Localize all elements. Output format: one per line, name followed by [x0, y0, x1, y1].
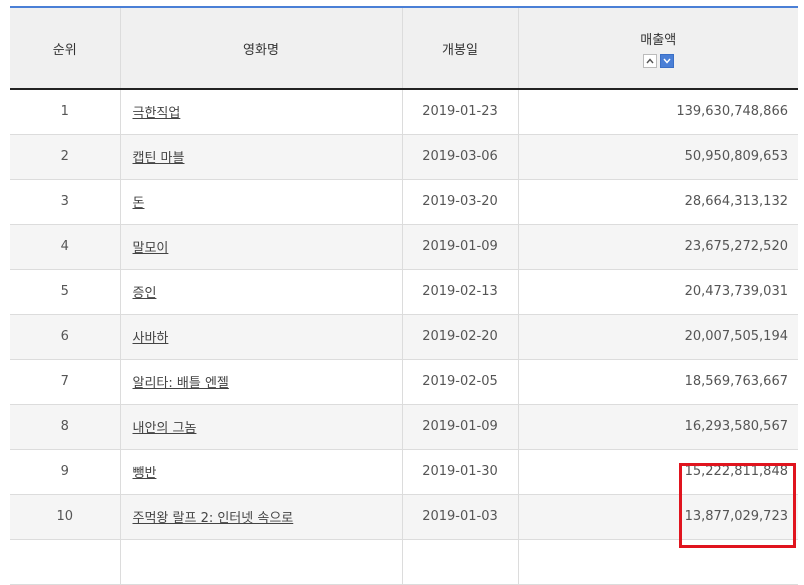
sales-cell: 20,473,739,031	[517, 269, 798, 315]
release-date-cell: 2019-03-20	[401, 179, 518, 225]
table-row: 3 돈 2019-03-20 28,664,313,132	[10, 179, 798, 225]
table-row	[10, 539, 798, 585]
rank-cell: 5	[10, 269, 120, 315]
table-body: 1 극한직업 2019-01-23 139,630,748,866 2 캡틴 마블 2019…	[10, 89, 798, 585]
table-row: 2 캡틴 마블 2019-03-06 50,950,809,653	[10, 134, 798, 180]
rank-cell: 1	[10, 89, 120, 135]
movie-title-link[interactable]: 돈	[133, 196, 145, 211]
sort-controls	[519, 53, 799, 68]
table-row: 9 뺑반 2019-01-30 15,222,811,848	[10, 449, 798, 495]
title-cell: 주먹왕 랄프 2: 인터넷 속으로	[119, 494, 402, 540]
box-office-table-container: 순위 영화명 개봉일 매출액 1 극한직업 2019-01-23 139,630…	[10, 6, 798, 585]
chevron-down-icon	[663, 58, 671, 64]
sales-cell: 15,222,811,848	[517, 449, 798, 495]
table-row: 6 사바하 2019-02-20 20,007,505,194	[10, 314, 798, 360]
header-row: 순위 영화명 개봉일 매출액	[10, 6, 799, 90]
sales-cell: 28,664,313,132	[517, 179, 798, 225]
release-date-cell: 2019-03-06	[401, 134, 518, 180]
rank-cell: 6	[10, 314, 120, 360]
sales-cell: 18,569,763,667	[517, 359, 798, 405]
sales-cell: 50,950,809,653	[517, 134, 798, 180]
title-cell: 캡틴 마블	[119, 134, 402, 180]
rank-cell: 8	[10, 404, 120, 450]
rank-cell: 2	[10, 134, 120, 180]
table-row: 1 극한직업 2019-01-23 139,630,748,866	[10, 89, 798, 135]
sales-cell: 13,877,029,723	[517, 494, 798, 540]
movie-title-link[interactable]: 캡틴 마블	[133, 151, 185, 166]
release-date-cell: 2019-01-09	[401, 224, 518, 270]
title-cell: 사바하	[119, 314, 402, 360]
header-title: 영화명	[119, 6, 402, 90]
movie-title-link[interactable]: 말모이	[133, 241, 169, 256]
title-cell: 돈	[119, 179, 402, 225]
title-cell: 말모이	[119, 224, 402, 270]
rank-cell: 7	[10, 359, 120, 405]
table-row: 7 알리타: 배틀 엔젤 2019-02-05 18,569,763,667	[10, 359, 798, 405]
title-cell: 뺑반	[119, 449, 402, 495]
release-date-cell	[401, 539, 518, 585]
movie-title-link[interactable]: 주먹왕 랄프 2: 인터넷 속으로	[133, 511, 294, 526]
sales-cell: 139,630,748,866	[517, 89, 798, 135]
release-date-cell: 2019-01-23	[401, 89, 518, 135]
header-release-date: 개봉일	[401, 6, 518, 90]
header-sales: 매출액	[517, 6, 799, 90]
title-cell	[119, 539, 402, 585]
table-row: 8 내안의 그놈 2019-01-09 16,293,580,567	[10, 404, 798, 450]
sales-cell: 16,293,580,567	[517, 404, 798, 450]
movie-title-link[interactable]: 극한직업	[133, 106, 181, 121]
movie-title-link[interactable]: 알리타: 배틀 엔젤	[133, 376, 229, 391]
table-header: 순위 영화명 개봉일 매출액	[10, 6, 799, 90]
release-date-cell: 2019-02-05	[401, 359, 518, 405]
release-date-cell: 2019-01-03	[401, 494, 518, 540]
movie-title-link[interactable]: 증인	[133, 286, 157, 301]
sales-cell	[517, 539, 798, 585]
movie-title-link[interactable]: 내안의 그놈	[133, 421, 197, 436]
release-date-cell: 2019-01-09	[401, 404, 518, 450]
title-cell: 증인	[119, 269, 402, 315]
release-date-cell: 2019-02-13	[401, 269, 518, 315]
title-cell: 극한직업	[119, 89, 402, 135]
table-row: 4 말모이 2019-01-09 23,675,272,520	[10, 224, 798, 270]
title-cell: 알리타: 배틀 엔젤	[119, 359, 402, 405]
movie-title-link[interactable]: 뺑반	[133, 466, 157, 481]
chevron-up-icon	[646, 57, 654, 63]
box-office-table: 순위 영화명 개봉일 매출액 1 극한직업 2019-01-23 139,630…	[10, 6, 798, 585]
title-cell: 내안의 그놈	[119, 404, 402, 450]
table-row: 5 증인 2019-02-13 20,473,739,031	[10, 269, 798, 315]
sort-asc-button[interactable]	[642, 53, 657, 68]
sort-desc-button[interactable]	[659, 53, 674, 68]
release-date-cell: 2019-02-20	[401, 314, 518, 360]
movie-title-link[interactable]: 사바하	[133, 331, 169, 346]
rank-cell: 10	[10, 494, 120, 540]
sales-cell: 20,007,505,194	[517, 314, 798, 360]
header-sales-label: 매출액	[640, 32, 677, 48]
table-row: 10 주먹왕 랄프 2: 인터넷 속으로 2019-01-03 13,877,029,…	[10, 494, 798, 540]
rank-cell: 9	[10, 449, 120, 495]
rank-cell: 4	[10, 224, 120, 270]
release-date-cell: 2019-01-30	[401, 449, 518, 495]
rank-cell: 3	[10, 179, 120, 225]
header-rank: 순위	[10, 6, 120, 90]
rank-cell	[10, 539, 120, 585]
sales-cell: 23,675,272,520	[517, 224, 798, 270]
